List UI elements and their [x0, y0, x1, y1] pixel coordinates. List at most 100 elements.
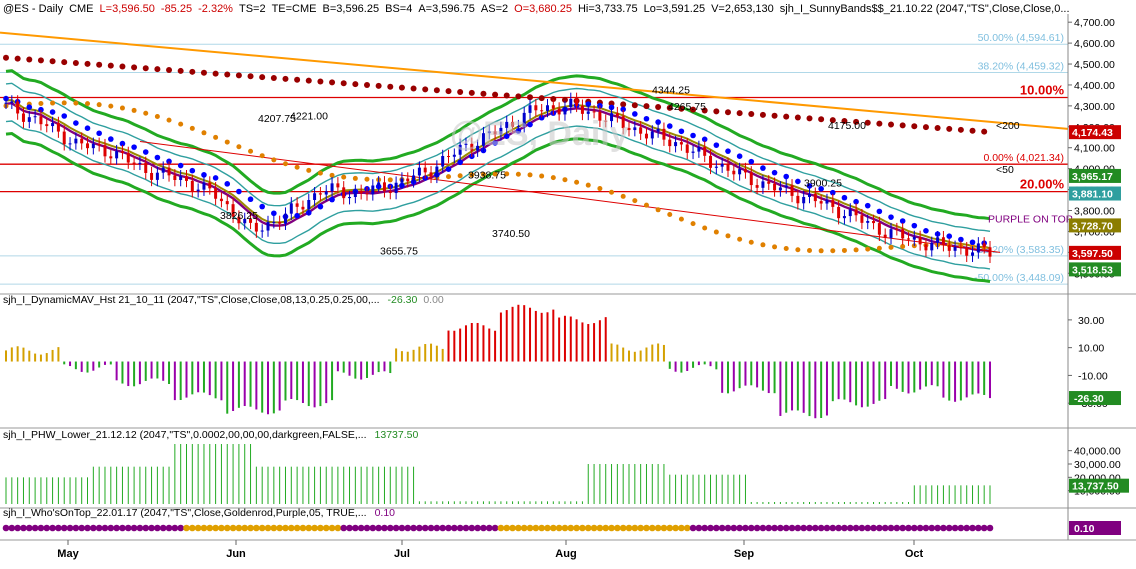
price-bar [167, 167, 171, 176]
whosontop-dot [293, 524, 301, 532]
ma50-dot [807, 247, 813, 253]
phw-last-label: 13,737.50 [1072, 481, 1119, 493]
ma200-dot [26, 56, 33, 63]
ma50-dot [248, 148, 254, 154]
whosontop-dot [468, 524, 476, 532]
ma200-dot [119, 63, 126, 70]
ma50-dot [96, 102, 102, 108]
price-annotation: 3655.75 [380, 246, 418, 258]
price-bar [557, 108, 561, 115]
whosontop-dot [724, 524, 732, 532]
price-bar [895, 229, 899, 231]
whosontop-dot [66, 524, 74, 532]
blue-dot [841, 194, 848, 201]
price-bar [348, 197, 352, 199]
ma50-dot [841, 247, 847, 253]
price-bar [103, 145, 107, 157]
whosontop-dot [84, 524, 91, 532]
blue-dot [643, 115, 650, 122]
whosontop-dot [462, 524, 470, 532]
price-bar [988, 247, 992, 257]
ma200-dot [736, 110, 743, 117]
price-annotation: 3938.75 [468, 169, 506, 181]
ma200-dot [235, 72, 242, 79]
price-annotation: 3900.25 [804, 178, 842, 190]
whosontop-dot [614, 524, 621, 532]
ma200-dot [131, 64, 138, 71]
price-bar [971, 252, 975, 256]
whosontop-dot [602, 524, 610, 532]
ma50-dot [224, 139, 230, 145]
whosontop-dot [887, 524, 895, 532]
price-bar [283, 213, 287, 224]
whosontop-dot [247, 524, 254, 532]
blue-dot [317, 203, 324, 210]
y-tick-label: 4,400.00 [1074, 80, 1115, 92]
ma50-dot [667, 211, 673, 217]
price-bar [353, 190, 357, 198]
whosontop-dot [37, 524, 45, 532]
price-tag: 3,965.17 [1072, 171, 1113, 183]
ma50-dot [527, 172, 533, 178]
whosontop-dot [753, 524, 761, 532]
ma200-dot [259, 74, 266, 81]
whosontop-dot [119, 524, 126, 532]
ma50-dot [271, 157, 277, 163]
ma200-dot [305, 77, 312, 84]
blue-dot [864, 202, 871, 209]
whosontop-dot [392, 524, 400, 532]
price-bar [74, 138, 78, 144]
whosontop-dot [352, 524, 359, 532]
price-bar [732, 170, 736, 175]
ma50-dot [119, 105, 125, 111]
y-tick-label: 4,300.00 [1074, 101, 1115, 113]
blue-dot [666, 123, 673, 129]
price-bar [179, 176, 183, 180]
ma50-dot [655, 207, 661, 213]
whosontop-dot [707, 524, 714, 532]
ma200-dot [154, 66, 161, 73]
ma200-dot [96, 61, 103, 68]
price-bar [301, 206, 305, 210]
ma50-dot [73, 100, 79, 106]
whosontop-dot [171, 524, 179, 532]
price-bar [161, 167, 165, 173]
price-annotation: <50 [996, 164, 1014, 176]
price-bar [650, 131, 654, 139]
ma50-dot [306, 167, 312, 173]
price-bar [342, 187, 346, 199]
ma50-dot [329, 172, 335, 178]
blue-dot [131, 144, 137, 150]
price-bar [51, 123, 55, 127]
whosontop-dot [229, 524, 237, 532]
whosontop-dot [713, 524, 720, 532]
whosontop-dot [218, 524, 225, 532]
blue-dot [61, 113, 68, 119]
whosontop-dot [276, 524, 283, 532]
price-bar [400, 178, 404, 183]
whosontop-dot [474, 524, 481, 532]
whosontop-dot [643, 524, 650, 532]
price-bar [307, 199, 311, 210]
whosontop-dot [905, 524, 912, 532]
ma200-dot [340, 80, 347, 87]
price-bar [377, 182, 381, 186]
whosontop-dot [934, 524, 941, 532]
ma200-dot [969, 127, 976, 134]
ma50-dot [539, 173, 545, 179]
price-bar [266, 222, 270, 231]
price-bar [551, 105, 555, 109]
ma200-dot [503, 92, 510, 99]
price-bar [254, 222, 258, 232]
ma200-dot [387, 83, 394, 90]
ma50-dot [178, 121, 184, 127]
price-bar [45, 124, 49, 127]
x-tick-label: Oct [905, 548, 924, 560]
ma50-dot [609, 189, 615, 195]
whosontop-dot [608, 524, 615, 532]
ma50-dot [61, 100, 67, 106]
whosontop-dot [695, 524, 703, 532]
whosontop-dot [742, 524, 749, 532]
price-bar [278, 221, 282, 224]
whosontop-dot [555, 524, 563, 532]
